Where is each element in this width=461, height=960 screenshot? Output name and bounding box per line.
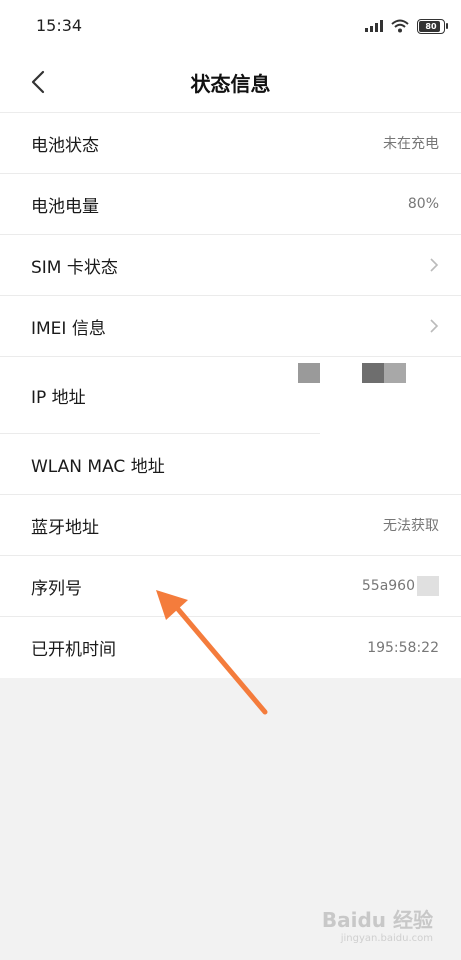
watermark-sub: jingyan.baidu.com [340, 933, 433, 944]
row-value: 55a960 [361, 578, 415, 594]
redacted-value-block [362, 363, 384, 383]
battery-icon: 80 [417, 18, 448, 34]
row-value: 无法获取 [383, 518, 439, 534]
row-label: IP 地址 [31, 388, 86, 408]
row-label: 电池状态 [31, 135, 99, 156]
row-battery-status: 电池状态 未在充电 [0, 113, 461, 174]
watermark-text: Baidu 经验 [321, 908, 433, 932]
row-ip-address: IP 地址 [0, 357, 461, 434]
redacted-value-block [384, 363, 406, 383]
status-info-list: 电池状态 未在充电 电池电量 80% SIM 卡状态 IMEI 信息 IP 地址… [0, 113, 461, 678]
row-value: 80% [407, 196, 439, 212]
row-label: 电池电量 [31, 196, 99, 217]
page-title: 状态信息 [190, 72, 271, 96]
row-value: 未在充电 [383, 136, 439, 152]
row-label: IMEI 信息 [31, 318, 106, 339]
row-sim-status[interactable]: SIM 卡状态 [0, 235, 461, 296]
row-label: SIM 卡状态 [31, 257, 118, 278]
signal-icon [365, 20, 383, 32]
watermark: Baidu 经验 jingyan.baidu.com [322, 904, 433, 944]
row-wlan-mac: WLAN MAC 地址 [0, 434, 461, 495]
row-serial-number: 序列号 55a960 [0, 556, 461, 617]
redacted-value-block [298, 363, 320, 383]
row-label: 序列号 [31, 578, 82, 599]
status-icons: 80 [365, 18, 448, 34]
wifi-icon [391, 19, 409, 33]
row-label: WLAN MAC 地址 [31, 456, 165, 477]
redacted-value-block [417, 576, 439, 596]
row-battery-level: 电池电量 80% [0, 174, 461, 235]
row-value: 195:58:22 [367, 639, 439, 656]
status-time: 15:34 [36, 16, 83, 35]
row-label: 蓝牙地址 [31, 517, 99, 538]
chevron-right-icon [430, 319, 439, 333]
header: 状态信息 [0, 52, 461, 113]
row-uptime: 已开机时间 195:58:22 [0, 617, 461, 678]
row-imei-info[interactable]: IMEI 信息 [0, 296, 461, 357]
chevron-right-icon [430, 258, 439, 272]
row-label: 已开机时间 [31, 640, 116, 660]
battery-level: 80 [425, 21, 437, 31]
row-bluetooth-address: 蓝牙地址 无法获取 [0, 495, 461, 556]
status-bar: 15:34 80 [0, 0, 461, 52]
